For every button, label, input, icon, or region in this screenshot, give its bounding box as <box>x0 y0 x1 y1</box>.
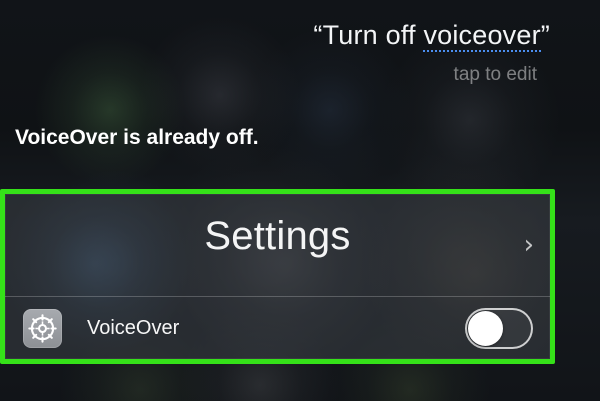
voiceover-toggle[interactable] <box>465 308 533 349</box>
settings-card: Settings › VoiceOver <box>0 189 555 364</box>
settings-shortcut-header[interactable]: Settings › <box>5 194 550 296</box>
siri-response: VoiceOver is already off. <box>15 126 259 149</box>
chevron-right-icon: › <box>523 230 534 260</box>
voiceover-toggle-knob <box>468 311 503 346</box>
spoken-command-prefix: “Turn off <box>313 20 424 50</box>
voiceover-label: VoiceOver <box>87 317 180 339</box>
settings-title: Settings <box>204 214 351 258</box>
tap-to-edit-link[interactable]: tap to edit <box>454 65 537 84</box>
siri-screen: “Turn off voiceover” tap to edit VoiceOv… <box>0 0 600 401</box>
spoken-command-suffix: ” <box>540 20 550 50</box>
spoken-command[interactable]: “Turn off voiceover” <box>313 22 550 52</box>
spoken-command-keyword: voiceover <box>423 20 541 52</box>
voiceover-setting-row: VoiceOver <box>5 297 550 364</box>
settings-gear-icon <box>23 309 62 348</box>
